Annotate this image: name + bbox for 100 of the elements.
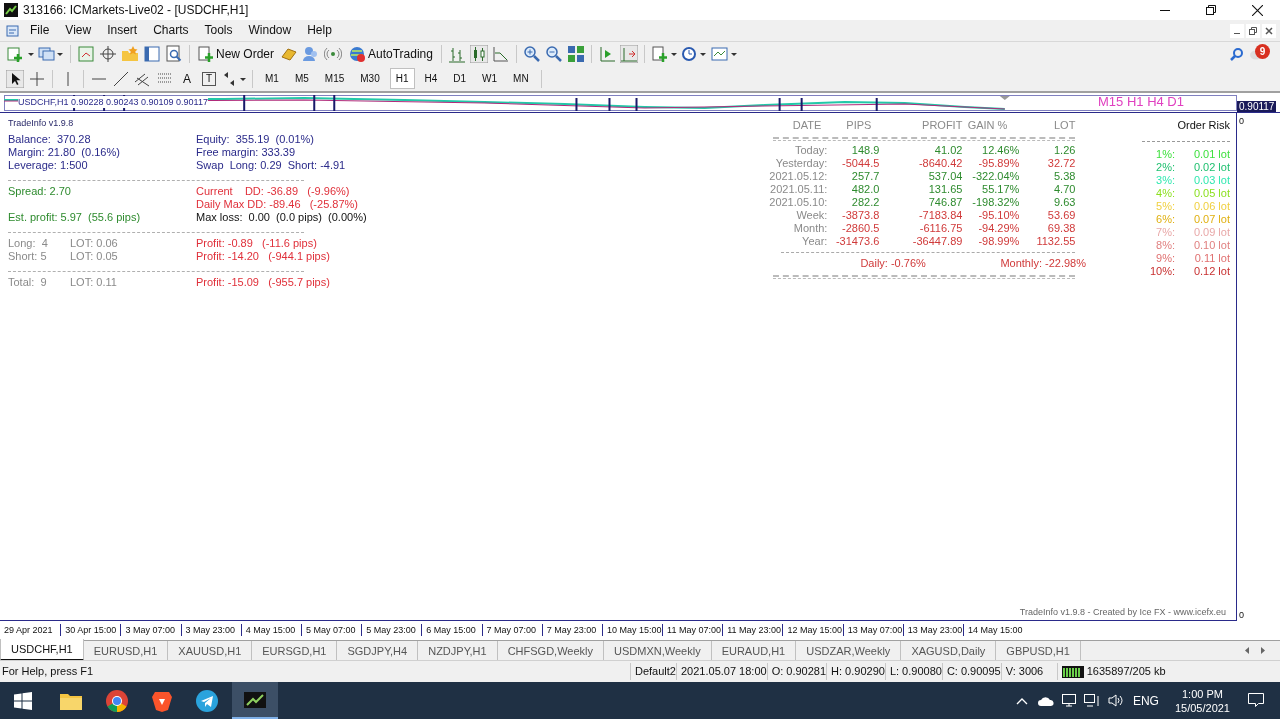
menu-item[interactable]: Window xyxy=(240,20,300,41)
bar-chart-icon[interactable] xyxy=(447,45,466,63)
table-cell-text: -198.32% xyxy=(971,196,1020,209)
text-label-tool-button[interactable]: T xyxy=(202,71,216,86)
timeframe-button[interactable]: M5 xyxy=(288,68,315,89)
price-axis-label: 0 xyxy=(1239,610,1245,620)
add-indicator-icon[interactable] xyxy=(650,45,677,63)
chart-tab[interactable]: USDCHF,H1 xyxy=(0,639,84,661)
timeframe-button[interactable]: MN xyxy=(507,68,535,89)
network-icon[interactable] xyxy=(1083,694,1100,707)
line-chart-icon[interactable] xyxy=(491,45,510,63)
timeframe-button[interactable]: H1 xyxy=(389,68,415,89)
risk-percent: 2%: xyxy=(1155,161,1175,174)
zoom-in-icon[interactable] xyxy=(522,45,541,63)
risk-lot: 0.11 lot xyxy=(1193,252,1230,265)
cloud-icon[interactable] xyxy=(1037,695,1054,706)
menu-item[interactable]: File xyxy=(22,20,58,41)
chart-app-icon xyxy=(244,691,266,708)
table-cell-text: 32.72 xyxy=(1046,157,1076,170)
mdi-restore-button[interactable] xyxy=(1246,23,1260,38)
menu-item[interactable]: View xyxy=(57,20,100,41)
folder-icon[interactable] xyxy=(60,691,82,710)
risk-lot: 0.02 lot xyxy=(1192,161,1230,174)
new-chart-icon[interactable] xyxy=(6,45,34,63)
status-profile: Default2 xyxy=(630,663,676,680)
mdi-close-button[interactable] xyxy=(1262,23,1276,38)
info-text: Max loss: 0.00 (0.0 pips) (0.00%) xyxy=(196,211,367,224)
shield-icon[interactable] xyxy=(152,689,172,712)
time-axis-label: 3 May 23:00 xyxy=(180,624,241,636)
timeframe-button[interactable]: W1 xyxy=(476,68,504,89)
monitor-icon[interactable] xyxy=(1061,694,1076,707)
table-cell-text: 482.0 xyxy=(850,183,880,196)
time-axis-label: 3 May 07:00 xyxy=(120,624,181,636)
trendline-icon[interactable] xyxy=(112,69,130,88)
search-icon[interactable] xyxy=(1230,47,1244,61)
template-icon[interactable] xyxy=(710,45,737,63)
active-app-tile[interactable] xyxy=(232,682,278,719)
magnifier-document-icon[interactable] xyxy=(165,45,183,63)
info-text: Current DD: -36.89 (-9.96%) xyxy=(196,185,350,198)
timeframe-button[interactable]: H4 xyxy=(418,68,444,89)
menu-item[interactable]: Help xyxy=(299,20,340,41)
browser-icon[interactable] xyxy=(106,689,128,712)
new-order-button[interactable]: New Order xyxy=(196,43,276,65)
table-cell-text: 148.9 xyxy=(850,144,880,157)
time-axis-label: 4 May 15:00 xyxy=(240,624,301,636)
star-folder-icon[interactable] xyxy=(121,45,139,63)
info-text: Profit: -14.20 (-944.1 pips) xyxy=(196,250,330,263)
globe-icon xyxy=(348,45,366,63)
panel-icon[interactable] xyxy=(143,45,161,63)
timeframe-button[interactable]: D1 xyxy=(447,68,473,89)
mdi-minimize-button[interactable] xyxy=(1230,23,1244,38)
text-tool-button[interactable]: A xyxy=(178,69,196,88)
candlestick-icon[interactable] xyxy=(469,45,488,63)
table-cell-text: -5044.5 xyxy=(841,157,880,170)
windows-icon[interactable] xyxy=(38,45,64,63)
timeframe-button[interactable]: M1 xyxy=(259,68,285,89)
clock-icon[interactable] xyxy=(680,45,707,63)
risk-lot: 0.09 lot xyxy=(1192,226,1230,239)
table-cell-text: 41.02 xyxy=(933,144,963,157)
chart-window-icon[interactable] xyxy=(77,45,95,63)
table-cell-text: -98.99% xyxy=(977,235,1020,248)
scroll-left-icon[interactable] xyxy=(1244,647,1250,654)
info-text: Long: 4 xyxy=(8,237,49,250)
speaker-icon[interactable] xyxy=(1107,694,1123,707)
time-axis-label: 12 May 15:00 xyxy=(782,624,843,636)
risk-lot: 0.10 lot xyxy=(1192,239,1230,252)
crosshair-icon[interactable] xyxy=(99,45,117,63)
timeframe-overlay-label: M15 H1 H4 D1 xyxy=(1098,94,1184,110)
chart-shift-icon[interactable] xyxy=(597,45,616,63)
row-label: Month: xyxy=(792,222,828,235)
scroll-right-icon[interactable] xyxy=(1260,647,1266,654)
status-low-price: L: 0.90080 xyxy=(884,663,942,680)
time-axis-label: 7 May 07:00 xyxy=(481,624,542,636)
row-label: Year: xyxy=(801,235,828,248)
notification-icon[interactable] xyxy=(1248,693,1264,708)
daily-gain-text: Daily: -0.76% xyxy=(860,257,927,270)
row-label: Week: xyxy=(795,209,828,222)
windows-logo-icon[interactable] xyxy=(14,691,32,710)
arrows-menu-icon[interactable] xyxy=(222,69,246,88)
info-text: Leverage: 1:500 xyxy=(8,159,89,172)
tile-windows-icon[interactable] xyxy=(566,45,585,63)
clock-time[interactable]: 1:00 PM xyxy=(1182,686,1223,701)
timeframe-button[interactable]: M30 xyxy=(354,68,386,89)
zoom-out-icon[interactable] xyxy=(544,45,563,63)
timeframe-button[interactable]: M15 xyxy=(318,68,351,89)
info-text: Short: 5 xyxy=(8,250,48,263)
language-indicator[interactable]: ENG xyxy=(1132,691,1159,710)
chevron-up-icon[interactable] xyxy=(1015,696,1028,705)
info-text: LOT: 0.11 xyxy=(70,276,118,289)
clock-date[interactable]: 15/05/2021 xyxy=(1174,700,1230,715)
menu-item[interactable]: Tools xyxy=(196,20,241,41)
signal-icon[interactable] xyxy=(324,45,342,63)
paper-plane-icon[interactable] xyxy=(196,689,218,712)
auto-scroll-icon[interactable] xyxy=(619,45,638,63)
menu-item[interactable]: Insert xyxy=(99,20,146,41)
menu-item[interactable]: Charts xyxy=(145,20,197,41)
cursor-icon[interactable] xyxy=(6,69,24,88)
table-cell-text: -36447.89 xyxy=(911,235,963,248)
ingot-icon[interactable] xyxy=(280,45,298,63)
autotrading-button[interactable]: AutoTrading xyxy=(346,43,435,65)
